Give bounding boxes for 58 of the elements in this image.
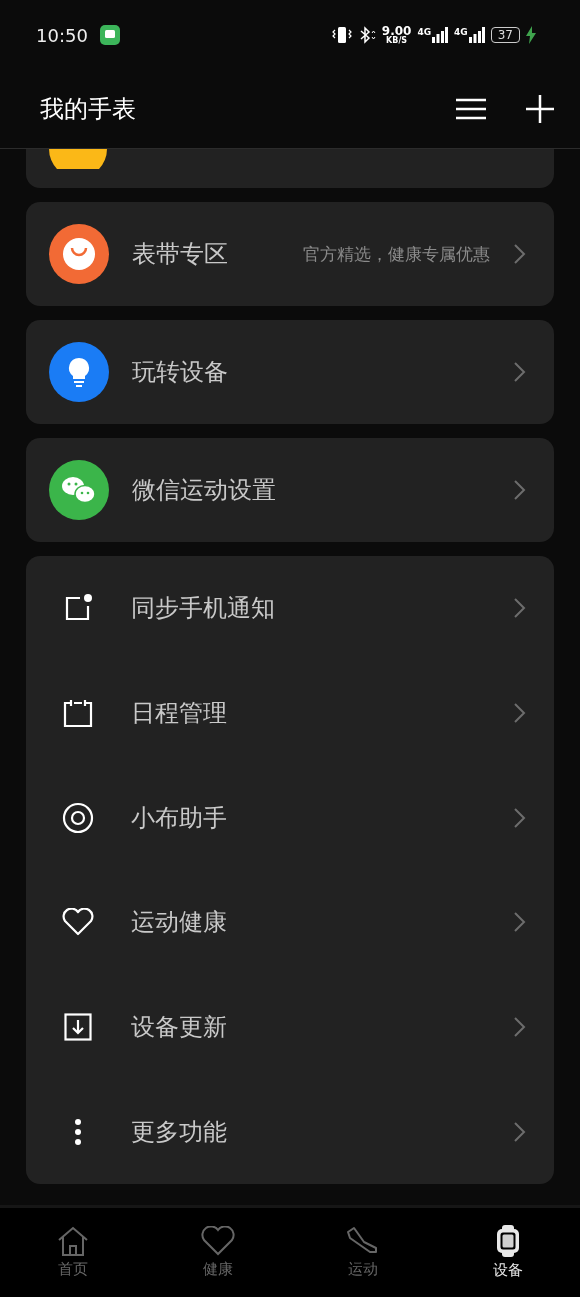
speed-unit: KB/S	[386, 37, 408, 45]
nav-tab[interactable]: 运动	[290, 1208, 435, 1297]
chevron-right-icon	[514, 1017, 526, 1038]
watch-icon	[495, 1225, 520, 1257]
shoe-icon	[345, 1226, 380, 1256]
page-title: 我的手表	[40, 94, 136, 125]
network-type: 4G	[417, 27, 432, 37]
chevron-right-icon	[514, 598, 526, 619]
target-icon	[62, 801, 94, 834]
settings-item[interactable]: 运动健康	[26, 870, 554, 975]
heart-icon	[62, 908, 94, 937]
settings-item[interactable]: 设备更新	[26, 974, 554, 1080]
signal-icon	[468, 27, 485, 43]
network-type: 4G	[454, 27, 468, 37]
nav-tab[interactable]: 健康	[145, 1208, 290, 1297]
chat-bubbles-icon	[49, 460, 109, 520]
menu-card[interactable]: 微信运动设置	[26, 438, 554, 542]
settings-label: 更多功能	[131, 1116, 227, 1148]
signal-icon	[432, 27, 449, 43]
menu-card[interactable]: 表带专区 官方精选，健康专属优惠	[26, 202, 554, 306]
settings-label: 小布助手	[131, 802, 227, 834]
network-speed: 9.00	[381, 25, 412, 37]
settings-item[interactable]: 更多功能	[26, 1079, 554, 1185]
chevron-right-icon	[514, 480, 526, 500]
settings-item[interactable]: 小布助手	[26, 765, 554, 871]
menu-card[interactable]: 玩转设备	[26, 320, 554, 424]
nav-tab[interactable]: 首页	[0, 1208, 145, 1297]
settings-label: 设备更新	[131, 1012, 227, 1044]
light-bulb-icon	[49, 342, 109, 402]
download-icon	[64, 1013, 92, 1042]
menu-icon[interactable]	[456, 98, 486, 120]
card-subtitle: 官方精选，健康专属优惠	[303, 242, 490, 266]
heart-icon	[200, 1226, 235, 1256]
calendar-icon	[63, 698, 93, 729]
card-title: 微信运动设置	[132, 475, 276, 506]
nav-tab[interactable]: 设备	[435, 1208, 580, 1297]
vibrate-icon	[331, 26, 352, 44]
more-icon	[74, 1117, 82, 1146]
settings-label: 运动健康	[131, 907, 227, 939]
settings-item[interactable]: 日程管理	[26, 660, 554, 766]
home-icon	[56, 1226, 89, 1256]
chevron-right-icon	[514, 244, 526, 264]
shopping-bag-icon	[49, 224, 109, 284]
chevron-right-icon	[514, 362, 526, 382]
card-title: 表带专区	[132, 239, 228, 270]
charging-icon	[526, 26, 536, 44]
card-title: 玩转设备	[132, 357, 228, 388]
chevron-right-icon	[514, 912, 526, 933]
message-app-icon	[99, 25, 120, 45]
battery-level: 37	[490, 27, 520, 43]
add-icon[interactable]	[526, 95, 554, 123]
settings-label: 同步手机通知	[131, 593, 275, 625]
chevron-right-icon	[514, 807, 526, 828]
status-time: 10:50	[36, 24, 88, 46]
chevron-right-icon	[514, 703, 526, 724]
settings-label: 日程管理	[131, 698, 227, 730]
chevron-right-icon	[514, 1121, 526, 1142]
settings-item[interactable]: 同步手机通知	[26, 556, 554, 661]
